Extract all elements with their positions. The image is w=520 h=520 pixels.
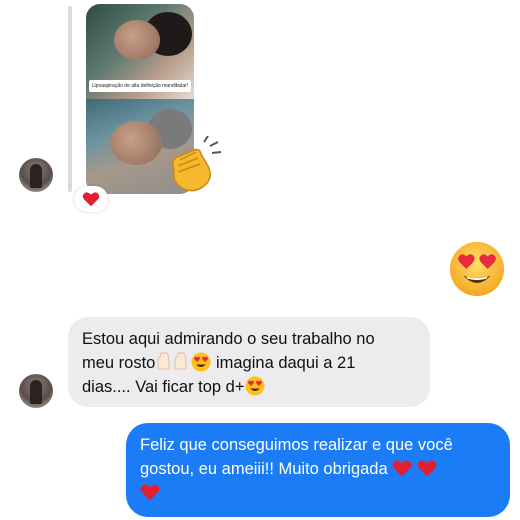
contact-avatar[interactable] (19, 374, 53, 408)
red-heart-emoji (140, 484, 160, 501)
raising-hands-emoji (157, 352, 187, 370)
reply-indicator-bar (68, 6, 72, 192)
red-heart-emoji (417, 460, 437, 477)
heart-eyes-emoji[interactable] (448, 240, 506, 298)
heart-eyes-emoji (245, 376, 264, 396)
message-text: Estou aqui admirando o seu trabalho no (82, 330, 375, 348)
incoming-message-bubble[interactable]: Estou aqui admirando o seu trabalho no m… (68, 317, 430, 407)
message-text: Feliz que conseguimos realizar e que voc… (140, 436, 453, 454)
heart-icon (82, 192, 100, 207)
red-heart-emoji (392, 460, 412, 477)
clapping-hands-emoji (172, 136, 222, 192)
message-text: imagina daqui a 21 (211, 354, 356, 372)
heart-eyes-emoji (191, 352, 211, 372)
heart-reaction[interactable] (74, 186, 108, 212)
outgoing-message-bubble[interactable]: Feliz que conseguimos realizar e que voc… (126, 423, 510, 517)
message-text: dias.... Vai ficar top d+ (82, 378, 245, 396)
message-text: meu rosto (82, 354, 156, 372)
photo-caption: Lipoaspiração de alta definição mandibul… (89, 80, 191, 92)
message-text: gostou, eu ameiii!! Muito obrigada (140, 460, 393, 478)
contact-avatar[interactable] (19, 158, 53, 192)
